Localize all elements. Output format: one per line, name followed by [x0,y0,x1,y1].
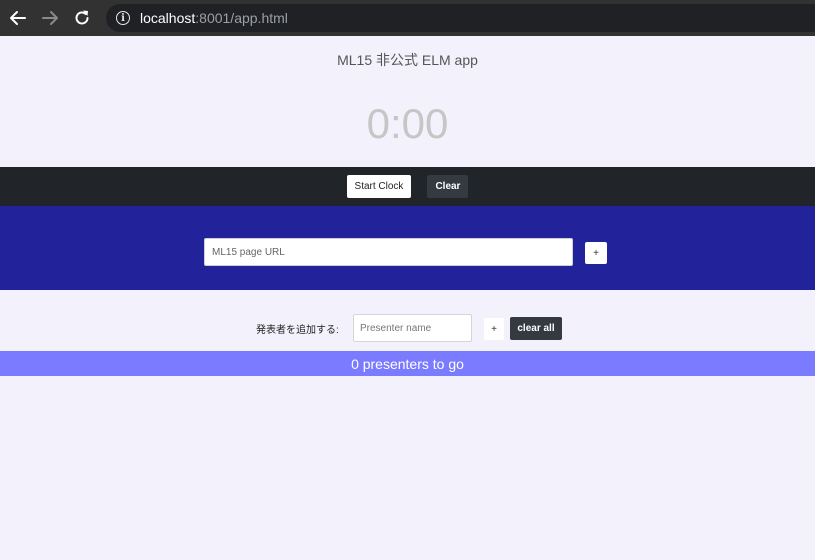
url-section: + [0,206,815,290]
add-presenter-button[interactable]: + [484,318,504,340]
app-title: ML15 非公式 ELM app [337,52,478,68]
info-icon[interactable]: i [116,11,130,25]
presenter-name-input[interactable] [353,314,472,342]
add-url-button[interactable]: + [585,242,607,264]
clock-controls: Start Clock Clear [0,167,815,206]
back-button[interactable] [2,2,34,34]
start-clock-button[interactable]: Start Clock [346,175,412,198]
arrow-left-icon [10,11,26,25]
presenters-status-bar: 0 presenters to go [0,351,815,376]
page-url-input[interactable] [204,238,573,266]
clear-button[interactable]: Clear [427,175,469,198]
reload-button[interactable] [66,2,98,34]
address-url[interactable]: localhost:8001/app.html [140,10,288,26]
add-presenter-label: 発表者を追加する: [256,325,339,336]
presenters-status: 0 presenters to go [351,355,464,372]
forward-button[interactable] [34,2,66,34]
clock-display: 0:00 [366,100,449,147]
browser-toolbar: i localhost:8001/app.html [0,0,815,36]
url-path: :8001/app.html [195,10,288,26]
arrow-right-icon [42,11,58,25]
url-host: localhost [140,10,196,26]
clear-all-button[interactable]: clear all [510,317,562,340]
add-presenter-row: 発表者を追加する: + clear all [0,314,815,343]
reload-icon [75,10,89,25]
address-bar[interactable]: i localhost:8001/app.html [106,4,815,32]
